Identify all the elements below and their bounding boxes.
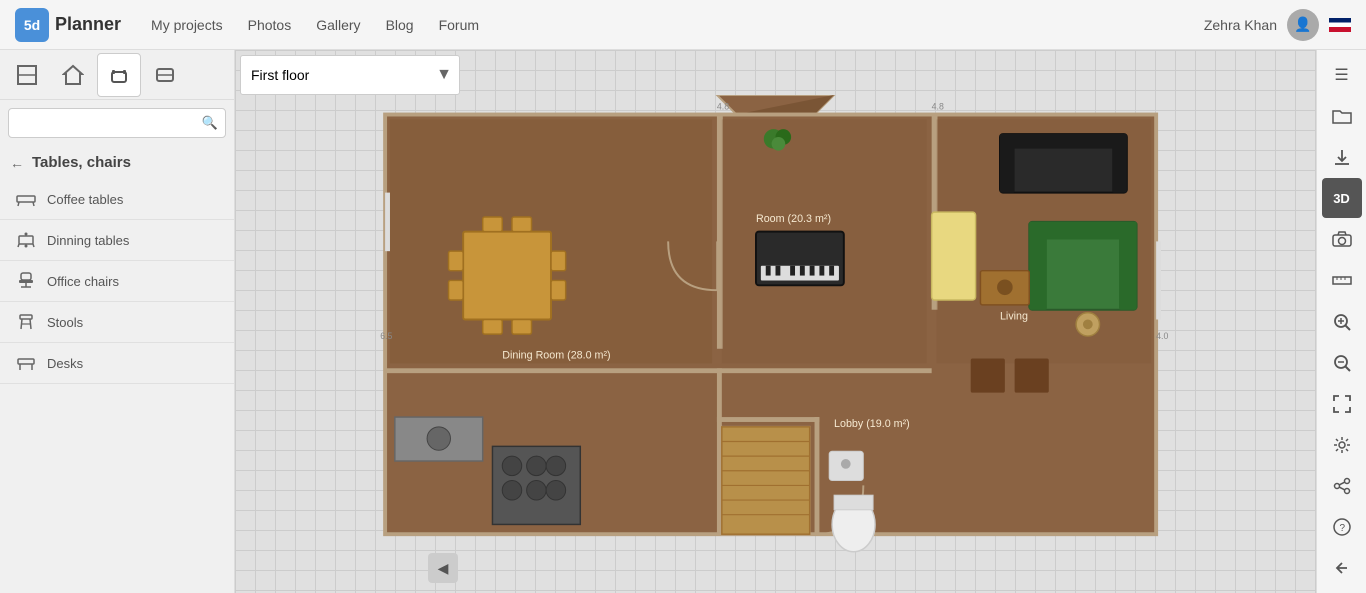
draw-walls-tool[interactable]: [5, 53, 49, 97]
sidebar-item-coffee-tables[interactable]: Coffee tables: [0, 179, 234, 220]
nav-forum[interactable]: Forum: [439, 17, 479, 33]
category-header[interactable]: ← Tables, chairs: [0, 146, 234, 179]
sidebar-item-office-chairs[interactable]: Office chairs: [0, 261, 234, 302]
avatar[interactable]: 👤: [1287, 9, 1319, 41]
zoom-out-icon[interactable]: [1322, 343, 1362, 382]
canvas-area[interactable]: First floor Second floor Ground floor ▼: [235, 50, 1316, 593]
desks-label: Desks: [47, 356, 83, 371]
measurement-top2: 4.8: [932, 102, 944, 112]
dinning-table-icon: [15, 229, 37, 251]
nav-right: Zehra Khan 👤: [1204, 9, 1351, 41]
stools-label: Stools: [47, 315, 83, 330]
living-label: Living: [1000, 310, 1028, 322]
share-icon[interactable]: [1322, 467, 1362, 506]
office-chair-icon: [15, 270, 37, 292]
folder-icon[interactable]: [1322, 96, 1362, 135]
category-title: Tables, chairs: [32, 154, 131, 171]
user-name: Zehra Khan: [1204, 17, 1277, 33]
home-tool[interactable]: [51, 53, 95, 97]
sidebar-item-dinning-tables[interactable]: Dinning tables: [0, 220, 234, 261]
ottoman-furniture: [932, 212, 976, 300]
measurement-right: 4.0: [1156, 331, 1168, 341]
sidebar: 🔍 ← Tables, chairs Coffee tables Dinning…: [0, 50, 235, 593]
ruler-icon[interactable]: [1322, 261, 1362, 300]
menu-icon[interactable]: ☰: [1322, 55, 1362, 94]
coffee-table-living: [980, 271, 1029, 305]
svg-text:?: ?: [1339, 523, 1345, 534]
furniture-tool[interactable]: [97, 53, 141, 97]
office-chairs-label: Office chairs: [47, 274, 119, 289]
staircase: [722, 427, 810, 534]
room-label: Room (20.3 m²): [756, 213, 831, 225]
lobby-label: Lobby (19.0 m²): [834, 418, 910, 430]
dining-room-label: Dining Room (28.0 m²): [502, 350, 610, 362]
floor-selector-container: First floor Second floor Ground floor ▼: [240, 55, 460, 95]
clock-center: [1083, 319, 1093, 329]
stool-icon: [15, 311, 37, 333]
collapse-button[interactable]: ◀: [428, 553, 458, 583]
logo-icon: 5d: [15, 8, 49, 42]
right-toolbar: ☰ 3D ?: [1316, 50, 1366, 593]
flag-icon: [1329, 18, 1351, 32]
fullscreen-icon[interactable]: [1322, 384, 1362, 423]
logo-text: Planner: [55, 14, 121, 35]
nav-photos[interactable]: Photos: [248, 17, 292, 33]
camera-icon[interactable]: [1322, 220, 1362, 259]
main-layout: 🔍 ← Tables, chairs Coffee tables Dinning…: [0, 50, 1366, 593]
logo[interactable]: 5d Planner: [15, 8, 121, 42]
measurement-top: 4.8: [717, 102, 729, 112]
nav-blog[interactable]: Blog: [386, 17, 414, 33]
floor-selector[interactable]: First floor Second floor Ground floor: [240, 55, 460, 95]
coffee-table-icon: [15, 188, 37, 210]
back-arrow-icon: ←: [10, 155, 24, 171]
settings-icon[interactable]: [1322, 425, 1362, 464]
navbar: 5d Planner My projects Photos Gallery Bl…: [0, 0, 1366, 50]
back-history-icon[interactable]: [1322, 549, 1362, 588]
nav-links: My projects Photos Gallery Blog Forum: [151, 17, 1174, 33]
nav-my-projects[interactable]: My projects: [151, 17, 223, 33]
measurement-left: 6.5: [380, 331, 392, 341]
coffee-tables-label: Coffee tables: [47, 192, 123, 207]
desk-icon: [15, 352, 37, 374]
floorplan-svg[interactable]: Dining Room (28.0 m²) Room (20.3 m²) Liv…: [245, 95, 1306, 583]
piano-furniture: [756, 232, 844, 286]
dinning-tables-label: Dinning tables: [47, 233, 129, 248]
zoom-in-icon[interactable]: [1322, 302, 1362, 341]
tool-icons-row: [0, 50, 234, 100]
search-box: 🔍: [8, 108, 226, 138]
search-input[interactable]: [8, 108, 226, 138]
sofa-furniture: [1000, 134, 1127, 193]
sidebar-item-stools[interactable]: Stools: [0, 302, 234, 343]
download-icon[interactable]: [1322, 137, 1362, 176]
search-icon: 🔍: [202, 115, 218, 131]
sidebar-item-desks[interactable]: Desks: [0, 343, 234, 384]
nav-gallery[interactable]: Gallery: [316, 17, 360, 33]
3d-view-button[interactable]: 3D: [1322, 178, 1362, 217]
furniture2-tool[interactable]: [143, 53, 187, 97]
help-icon[interactable]: ?: [1322, 508, 1362, 547]
dining-table-furniture: [449, 217, 566, 334]
green-sofa-furniture: [1029, 222, 1136, 310]
